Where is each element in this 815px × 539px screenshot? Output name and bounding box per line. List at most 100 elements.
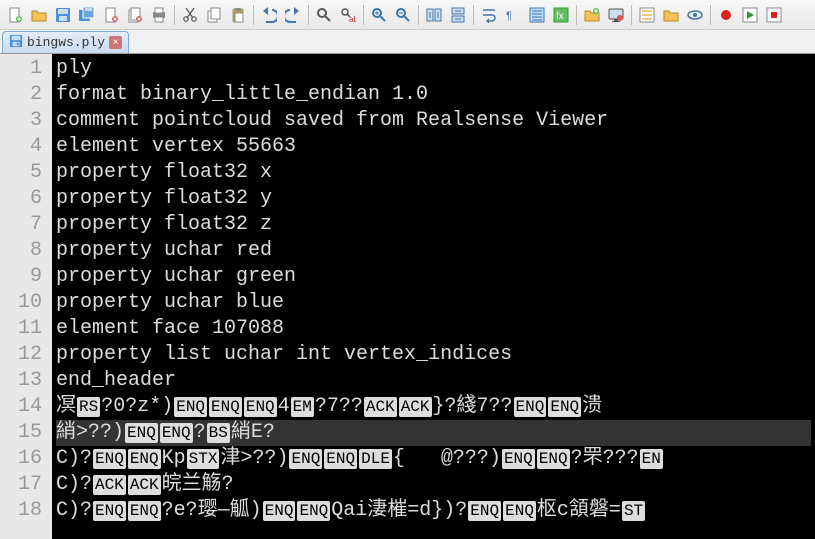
control-char: ACK <box>93 475 126 495</box>
code-line[interactable]: element face 107088 <box>56 316 811 342</box>
line-number: 1 <box>6 56 42 82</box>
control-char: EM <box>291 397 314 417</box>
wrap-icon[interactable] <box>478 4 500 26</box>
folder-icon[interactable] <box>660 4 682 26</box>
line-number: 13 <box>6 368 42 394</box>
control-char: ENQ <box>128 501 161 521</box>
control-char: DLE <box>359 449 392 469</box>
toolbar-separator <box>576 5 577 25</box>
control-char: ENQ <box>502 449 535 469</box>
code-line[interactable]: property list uchar int vertex_indices <box>56 342 811 368</box>
line-number: 7 <box>6 212 42 238</box>
save-all-icon[interactable] <box>76 4 98 26</box>
control-char: ENQ <box>263 501 296 521</box>
line-number: 14 <box>6 394 42 420</box>
close-all-icon[interactable] <box>124 4 146 26</box>
zoom-in-icon[interactable] <box>368 4 390 26</box>
save-disk-icon <box>9 34 23 52</box>
control-char: ENQ <box>548 397 581 417</box>
control-char: ENQ <box>93 449 126 469</box>
sync-h-icon[interactable] <box>447 4 469 26</box>
find-icon[interactable] <box>313 4 335 26</box>
control-char: ENQ <box>537 449 570 469</box>
line-number: 8 <box>6 238 42 264</box>
paste-icon[interactable] <box>227 4 249 26</box>
control-char: ENQ <box>468 501 501 521</box>
open-icon[interactable] <box>28 4 50 26</box>
code-line[interactable]: property float32 z <box>56 212 811 238</box>
play-macro-icon[interactable] <box>739 4 761 26</box>
eye-icon[interactable] <box>684 4 706 26</box>
zoom-out-icon[interactable] <box>392 4 414 26</box>
control-char: ACK <box>128 475 161 495</box>
tab-close-icon[interactable]: × <box>109 36 122 49</box>
monitor-icon[interactable] <box>605 4 627 26</box>
line-number: 16 <box>6 446 42 472</box>
control-char: RS <box>77 397 100 417</box>
editor-area: 123456789101112131415161718 plyformat bi… <box>0 54 815 539</box>
code-line[interactable]: C)?ENQENQKpSTX津>??)ENQENQDLE{ @???)ENQEN… <box>56 446 811 472</box>
svg-text:ab: ab <box>349 15 356 23</box>
code-line[interactable]: C)?ENQENQ?e?璎—觚)ENQENQQai淒槯=d})?ENQENQ枢c… <box>56 498 811 524</box>
folder-up-icon[interactable] <box>581 4 603 26</box>
toolbar-separator <box>473 5 474 25</box>
save-icon[interactable] <box>52 4 74 26</box>
code-line[interactable]: 綃>??)ENQENQ?BS綃E? <box>56 420 811 446</box>
control-char: ENQ <box>244 397 277 417</box>
control-char: ENQ <box>160 423 193 443</box>
code-line[interactable]: end_header <box>56 368 811 394</box>
undo-icon[interactable] <box>258 4 280 26</box>
control-char: ENQ <box>503 501 536 521</box>
func-list-icon[interactable] <box>636 4 658 26</box>
svg-text:fx: fx <box>556 11 564 22</box>
line-number: 9 <box>6 264 42 290</box>
control-char: ST <box>622 501 645 521</box>
lang-icon[interactable]: fx <box>550 4 572 26</box>
stop-macro-icon[interactable] <box>763 4 785 26</box>
toolbar-separator <box>253 5 254 25</box>
control-char: STX <box>187 449 220 469</box>
code-line[interactable]: property uchar red <box>56 238 811 264</box>
redo-icon[interactable] <box>282 4 304 26</box>
line-number: 2 <box>6 82 42 108</box>
control-char: ACK <box>399 397 432 417</box>
code-line[interactable]: 凕RS?0?z*)ENQENQENQ4EM?7??ACKACK}?綫7??ENQ… <box>56 394 811 420</box>
tab-bar: bingws.ply × <box>0 30 815 54</box>
code-line[interactable]: element vertex 55663 <box>56 134 811 160</box>
close-icon[interactable] <box>100 4 122 26</box>
line-number: 5 <box>6 160 42 186</box>
control-char: ENQ <box>514 397 547 417</box>
line-number: 17 <box>6 472 42 498</box>
replace-icon[interactable]: ab <box>337 4 359 26</box>
code-line[interactable]: property float32 x <box>56 160 811 186</box>
line-number-gutter: 123456789101112131415161718 <box>0 54 52 539</box>
record-icon[interactable] <box>715 4 737 26</box>
code-content[interactable]: plyformat binary_little_endian 1.0commen… <box>52 54 815 539</box>
code-line[interactable]: comment pointcloud saved from Realsense … <box>56 108 811 134</box>
indent-guide-icon[interactable] <box>526 4 548 26</box>
code-line[interactable]: ply <box>56 56 811 82</box>
control-char: ENQ <box>324 449 357 469</box>
line-number: 10 <box>6 290 42 316</box>
new-file-icon[interactable] <box>4 4 26 26</box>
control-char: ENQ <box>125 423 158 443</box>
sync-v-icon[interactable] <box>423 4 445 26</box>
code-line[interactable]: property uchar green <box>56 264 811 290</box>
code-line[interactable]: C)?ACKACK皖兰觞? <box>56 472 811 498</box>
toolbar-separator <box>363 5 364 25</box>
copy-icon[interactable] <box>203 4 225 26</box>
print-icon[interactable] <box>148 4 170 26</box>
control-char: ENQ <box>128 449 161 469</box>
line-number: 18 <box>6 498 42 524</box>
control-char: EN <box>640 449 663 469</box>
file-tab[interactable]: bingws.ply × <box>2 31 129 53</box>
code-line[interactable]: format binary_little_endian 1.0 <box>56 82 811 108</box>
control-char: ENQ <box>174 397 207 417</box>
line-number: 4 <box>6 134 42 160</box>
show-all-icon[interactable]: ¶ <box>502 4 524 26</box>
code-line[interactable]: property float32 y <box>56 186 811 212</box>
cut-icon[interactable] <box>179 4 201 26</box>
line-number: 15 <box>6 420 42 446</box>
code-line[interactable]: property uchar blue <box>56 290 811 316</box>
toolbar-separator <box>418 5 419 25</box>
